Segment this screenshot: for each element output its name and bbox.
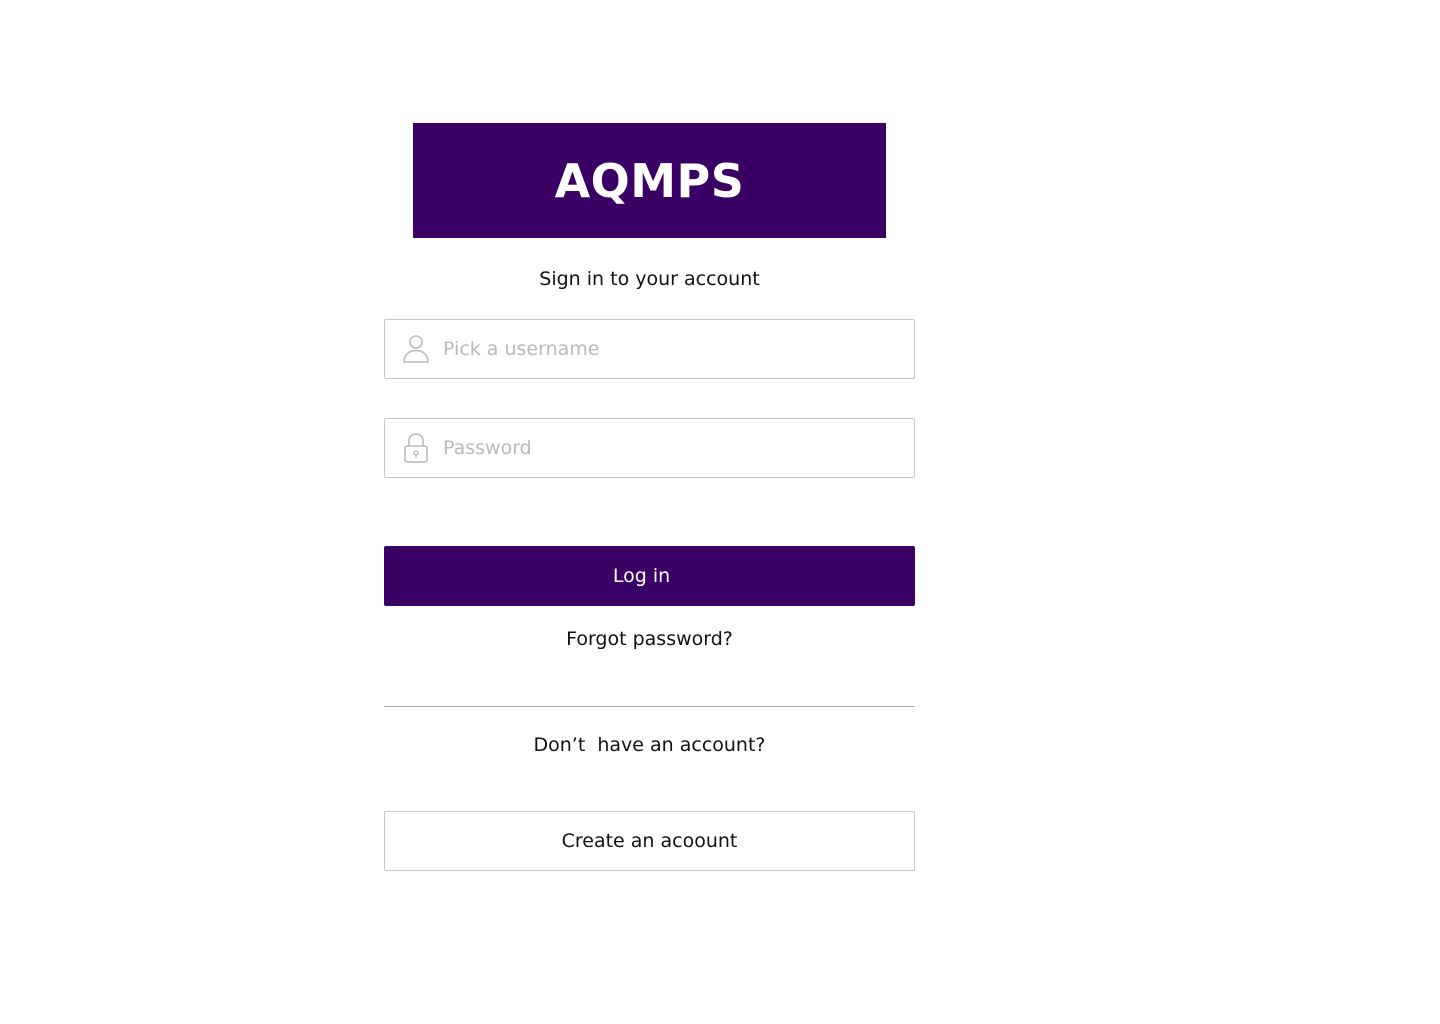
no-account-prompt: Don’t have an account? [533, 734, 766, 756]
username-field[interactable] [384, 319, 915, 379]
login-button-label: Log in [612, 565, 671, 587]
create-account-label: Create an acoount [561, 830, 738, 852]
create-account-button[interactable]: Create an acoount [384, 811, 915, 871]
password-input[interactable] [443, 419, 903, 477]
brand-banner: AQMPS [413, 123, 886, 238]
lock-icon [401, 432, 431, 464]
forgot-password-link[interactable]: Forgot password? [384, 626, 915, 652]
user-icon [401, 333, 431, 365]
login-button[interactable]: Log in [384, 546, 915, 606]
brand-name: AQMPS [554, 153, 745, 208]
password-field[interactable] [384, 418, 915, 478]
sign-in-subtitle: Sign in to your account [539, 268, 760, 290]
username-input[interactable] [443, 320, 903, 378]
divider [384, 706, 915, 707]
login-page: AQMPS Sign in to your account Log in For… [0, 0, 1440, 1024]
